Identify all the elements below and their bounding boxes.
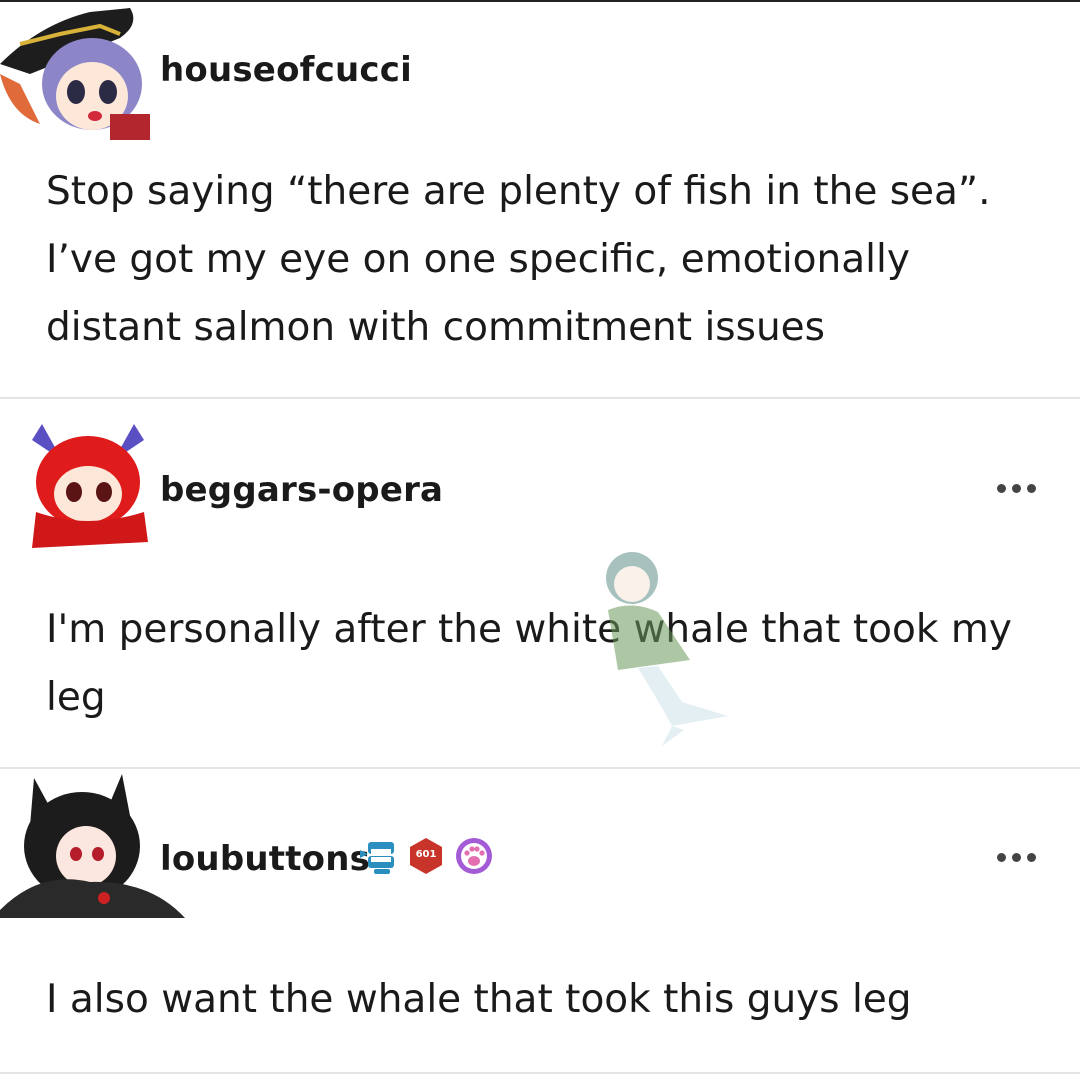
more-options-icon <box>997 853 1006 862</box>
post-line: leg <box>46 675 106 720</box>
cat-eared-girl-avatar-icon <box>0 774 185 918</box>
post-line: distant salmon with commitment issues <box>46 305 825 350</box>
more-options-icon <box>1012 484 1021 493</box>
avatar-houseofcucci[interactable] <box>0 4 150 140</box>
post-line: I'm personally after the white whale tha… <box>46 607 1012 652</box>
post-line: Stop saying “there are plenty of fish in… <box>46 169 991 214</box>
more-options-icon <box>997 484 1006 493</box>
post-body: I'm personally after the white whale tha… <box>46 596 1012 732</box>
post-divider <box>0 767 1080 769</box>
avatar-loubuttons[interactable] <box>0 770 185 918</box>
post-body: I also want the whale that took this guy… <box>46 966 912 1034</box>
username-houseofcucci[interactable]: houseofcucci <box>160 50 412 90</box>
more-options-icon <box>1012 853 1021 862</box>
more-options-button[interactable] <box>997 853 1036 862</box>
post-line: I’ve got my eye on one specific, emotion… <box>46 237 910 282</box>
more-options-icon <box>1027 853 1036 862</box>
wind-up-teeth-badge-icon[interactable] <box>358 836 398 876</box>
paw-badge-icon[interactable] <box>454 836 494 876</box>
witch-girl-avatar-icon <box>0 8 150 140</box>
count-badge-icon[interactable]: 601 <box>406 836 446 876</box>
top-border <box>0 0 1080 2</box>
red-haired-girl-avatar-icon <box>32 424 148 548</box>
post-divider <box>0 1072 1080 1074</box>
badge-count: 601 <box>415 849 437 860</box>
avatar-beggars-opera[interactable] <box>22 420 154 548</box>
post-body: Stop saying “there are plenty of fish in… <box>46 158 991 362</box>
post-divider <box>0 397 1080 399</box>
username-loubuttons[interactable]: loubuttons <box>160 839 370 879</box>
username-beggars-opera[interactable]: beggars-opera <box>160 470 443 510</box>
user-badges: 601 <box>358 836 494 876</box>
post-line: I also want the whale that took this guy… <box>46 977 912 1022</box>
more-options-button[interactable] <box>997 484 1036 493</box>
more-options-icon <box>1027 484 1036 493</box>
